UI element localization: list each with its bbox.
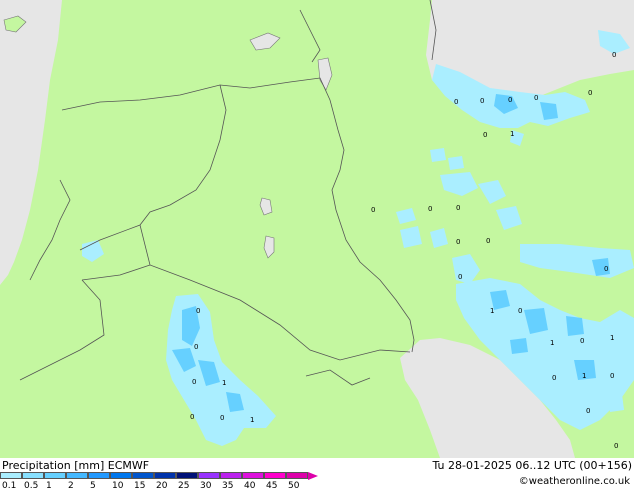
value-label: 0	[508, 96, 512, 104]
value-label: 0	[194, 343, 198, 351]
value-label: 0	[480, 97, 484, 105]
value-label: 1	[510, 130, 514, 138]
legend-swatch	[0, 472, 22, 479]
legend-swatch	[132, 472, 154, 479]
value-label: 0	[552, 374, 556, 382]
map-datetime: Tu 28-01-2025 06..12 UTC (00+156)	[432, 459, 632, 472]
value-label: 0	[220, 414, 224, 422]
value-label: 0	[371, 206, 375, 214]
legend-swatch	[22, 472, 44, 479]
value-label: 0	[610, 372, 614, 380]
legend-swatch	[264, 472, 286, 479]
value-label: 1	[250, 416, 254, 424]
legend-swatch	[242, 472, 264, 479]
value-label: 0	[580, 337, 584, 345]
value-label: 1	[610, 334, 614, 342]
legend-arrow	[308, 472, 318, 480]
legend-swatch	[220, 472, 242, 479]
legend-swatch	[110, 472, 132, 479]
value-label: 1	[550, 339, 554, 347]
precipitation-map: 0 0 0 0 0 0 1 0 0 0 0 0 0 0 0 1 0 1 0 1 …	[0, 0, 634, 458]
value-label: 0	[190, 413, 194, 421]
legend-swatch	[286, 472, 308, 479]
value-label: 0	[588, 89, 592, 97]
value-label: 0	[456, 238, 460, 246]
legend-swatch	[44, 472, 66, 479]
map-title: Precipitation [mm] ECMWF	[2, 459, 150, 472]
value-label: 0	[483, 131, 487, 139]
value-label: 0	[614, 442, 618, 450]
value-label: 1	[582, 372, 586, 380]
value-label: 1	[222, 379, 226, 387]
value-label: 1	[490, 307, 494, 315]
value-label: 0	[456, 204, 460, 212]
value-label: 0	[196, 307, 200, 315]
legend-swatch	[66, 472, 88, 479]
value-label: 0	[458, 273, 462, 281]
value-label: 0	[604, 265, 608, 273]
legend-swatch	[154, 472, 176, 479]
value-label: 0	[612, 51, 616, 59]
value-label: 0	[428, 205, 432, 213]
value-label: 0	[454, 98, 458, 106]
value-label: 0	[486, 237, 490, 245]
value-label: 0	[518, 307, 522, 315]
legend-swatch	[88, 472, 110, 479]
value-label: 0	[192, 378, 196, 386]
footer: Precipitation [mm] ECMWF Tu 28-01-2025 0…	[0, 458, 634, 491]
legend-colorbar	[0, 472, 318, 481]
value-label: 0	[586, 407, 590, 415]
credit-text: ©weatheronline.co.uk	[518, 476, 630, 487]
legend-swatch	[198, 472, 220, 479]
value-label: 0	[534, 94, 538, 102]
legend-swatch	[176, 472, 198, 479]
